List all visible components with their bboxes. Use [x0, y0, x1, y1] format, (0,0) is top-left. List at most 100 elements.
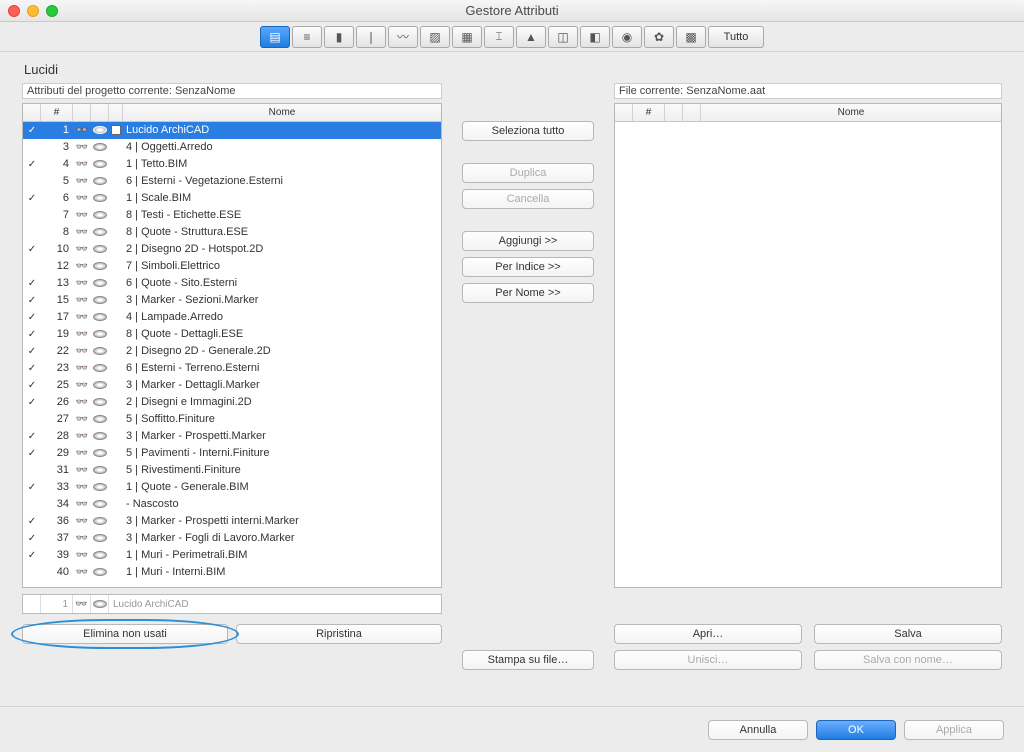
row-check[interactable] — [23, 328, 41, 340]
attr-surfaces-icon[interactable]: ▨ — [420, 26, 450, 48]
glasses-icon[interactable]: 👓 — [73, 516, 91, 527]
table-row[interactable]: 13👓6 | Quote - Sito.Esterni — [23, 275, 441, 292]
edit-eye-icon[interactable] — [91, 595, 109, 613]
col-check[interactable] — [615, 104, 633, 121]
minimize-window-button[interactable] — [27, 5, 39, 17]
row-check[interactable] — [23, 481, 41, 493]
table-row[interactable]: 8👓8 | Quote - Struttura.ESE — [23, 224, 441, 241]
table-row[interactable]: 28👓3 | Marker - Prospetti.Marker — [23, 428, 441, 445]
table-row[interactable]: 6👓1 | Scale.BIM — [23, 190, 441, 207]
salva-button[interactable]: Salva — [814, 624, 1002, 644]
eye-icon[interactable] — [91, 534, 109, 542]
attr-cities-icon[interactable]: ◧ — [580, 26, 610, 48]
table-row[interactable]: 5👓6 | Esterni - Vegetazione.Esterni — [23, 173, 441, 190]
eye-icon[interactable] — [91, 194, 109, 202]
duplica-button[interactable]: Duplica — [462, 163, 594, 183]
close-window-button[interactable] — [8, 5, 20, 17]
table-row[interactable]: 3👓4 | Oggetti.Arredo — [23, 139, 441, 156]
glasses-icon[interactable]: 👓 — [73, 448, 91, 459]
eye-icon[interactable] — [91, 466, 109, 474]
attr-mep-icon[interactable]: ◫ — [548, 26, 578, 48]
eye-icon[interactable] — [91, 432, 109, 440]
row-check[interactable] — [23, 379, 41, 391]
table-row[interactable]: 1👓Lucido ArchiCAD — [23, 122, 441, 139]
glasses-icon[interactable]: 👓 — [73, 363, 91, 374]
table-row[interactable]: 4👓1 | Tetto.BIM — [23, 156, 441, 173]
attr-profiles-icon[interactable]: ⌶ — [484, 26, 514, 48]
attr-layers-icon[interactable]: ▤ — [260, 26, 290, 48]
glasses-icon[interactable]: 👓 — [73, 533, 91, 544]
row-check[interactable] — [23, 294, 41, 306]
attr-zones-icon[interactable]: ▲ — [516, 26, 546, 48]
annulla-button[interactable]: Annulla — [708, 720, 808, 740]
table-row[interactable]: 25👓3 | Marker - Dettagli.Marker — [23, 377, 441, 394]
edit-name-input[interactable]: Lucido ArchiCAD — [109, 595, 441, 613]
glasses-icon[interactable]: 👓 — [73, 193, 91, 204]
glasses-icon[interactable]: 👓 — [73, 261, 91, 272]
table-row[interactable]: 15👓3 | Marker - Sezioni.Marker — [23, 292, 441, 309]
col-check[interactable] — [23, 104, 41, 121]
ok-button[interactable]: OK — [816, 720, 896, 740]
eye-icon[interactable] — [91, 347, 109, 355]
zoom-window-button[interactable] — [46, 5, 58, 17]
row-check[interactable] — [23, 362, 41, 374]
eye-icon[interactable] — [91, 415, 109, 423]
glasses-icon[interactable]: 👓 — [73, 176, 91, 187]
cancella-button[interactable]: Cancella — [462, 189, 594, 209]
glasses-icon[interactable]: 👓 — [73, 295, 91, 306]
eye-icon[interactable] — [91, 483, 109, 491]
row-check[interactable] — [23, 532, 41, 544]
glasses-icon[interactable]: 👓 — [73, 465, 91, 476]
attr-lines-icon[interactable]: ≡ — [292, 26, 322, 48]
col-name[interactable]: Nome — [701, 104, 1001, 121]
stampa-su-file-button[interactable]: Stampa su file… — [462, 650, 594, 670]
row-check[interactable] — [23, 277, 41, 289]
table-row[interactable]: 39👓1 | Muri - Perimetrali.BIM — [23, 547, 441, 564]
right-table-body[interactable] — [615, 122, 1001, 587]
eye-icon[interactable] — [91, 398, 109, 406]
col-lock-icon[interactable] — [109, 104, 123, 121]
table-row[interactable]: 19👓8 | Quote - Dettagli.ESE — [23, 326, 441, 343]
row-check[interactable] — [23, 243, 41, 255]
eye-icon[interactable] — [91, 449, 109, 457]
glasses-icon[interactable]: 👓 — [73, 431, 91, 442]
col-number[interactable]: # — [41, 104, 73, 121]
col-name[interactable]: Nome — [123, 104, 441, 121]
apri-button[interactable]: Apri… — [614, 624, 802, 644]
glasses-icon[interactable]: 👓 — [73, 499, 91, 510]
toolbar-tutto-button[interactable]: Tutto — [708, 26, 764, 48]
table-row[interactable]: 12👓7 | Simboli.Elettrico — [23, 258, 441, 275]
attr-markup-icon[interactable]: ✿ — [644, 26, 674, 48]
eye-icon[interactable] — [91, 381, 109, 389]
seleziona-tutto-button[interactable]: Seleziona tutto — [462, 121, 594, 141]
glasses-icon[interactable]: 👓 — [73, 227, 91, 238]
eye-icon[interactable] — [91, 245, 109, 253]
aggiungi-button[interactable]: Aggiungi >> — [462, 231, 594, 251]
eye-icon[interactable] — [91, 177, 109, 185]
glasses-icon[interactable]: 👓 — [73, 312, 91, 323]
attr-grid-icon[interactable]: ▩ — [676, 26, 706, 48]
attr-materials-icon[interactable]: 〰 — [388, 26, 418, 48]
table-row[interactable]: 37👓3 | Marker - Fogli di Lavoro.Marker — [23, 530, 441, 547]
eye-icon[interactable] — [91, 551, 109, 559]
per-indice-button[interactable]: Per Indice >> — [462, 257, 594, 277]
row-check[interactable] — [23, 345, 41, 357]
table-row[interactable]: 27👓5 | Soffitto.Finiture — [23, 411, 441, 428]
left-table-body[interactable]: 1👓Lucido ArchiCAD3👓4 | Oggetti.Arredo4👓1… — [23, 122, 441, 587]
glasses-icon[interactable]: 👓 — [73, 380, 91, 391]
table-row[interactable]: 31👓5 | Rivestimenti.Finiture — [23, 462, 441, 479]
glasses-icon[interactable]: 👓 — [73, 397, 91, 408]
eye-icon[interactable] — [91, 160, 109, 168]
glasses-icon[interactable]: 👓 — [73, 210, 91, 221]
table-row[interactable]: 22👓2 | Disegno 2D - Generale.2D — [23, 343, 441, 360]
edit-glasses-icon[interactable]: 👓 — [73, 595, 91, 613]
table-row[interactable]: 23👓6 | Esterni - Terreno.Esterni — [23, 360, 441, 377]
table-row[interactable]: 33👓1 | Quote - Generale.BIM — [23, 479, 441, 496]
col-eye-icon[interactable] — [683, 104, 701, 121]
eye-icon[interactable] — [91, 313, 109, 321]
col-glasses-icon[interactable] — [73, 104, 91, 121]
table-row[interactable]: 40👓1 | Muri - Interni.BIM — [23, 564, 441, 581]
eye-icon[interactable] — [91, 126, 109, 134]
col-eye-icon[interactable] — [91, 104, 109, 121]
attr-composites-icon[interactable]: ▦ — [452, 26, 482, 48]
